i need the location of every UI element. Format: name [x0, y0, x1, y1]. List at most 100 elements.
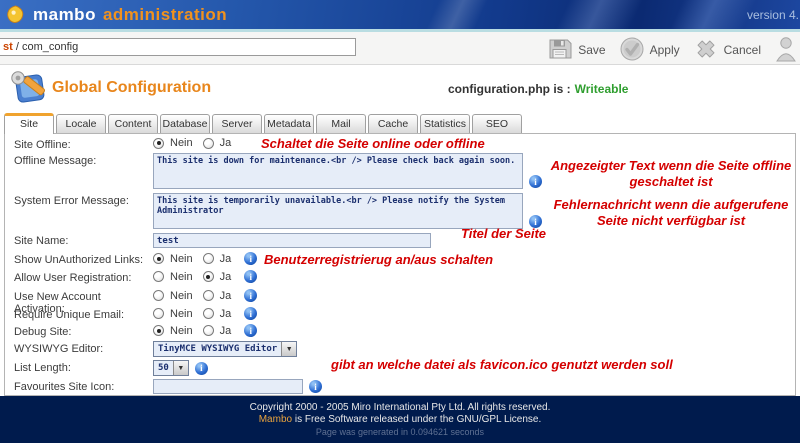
- footer-copyright: Copyright 2000 - 2005 Miro International…: [0, 402, 800, 414]
- nein-radio-label[interactable]: Nein: [170, 325, 193, 337]
- info-icon[interactable]: [309, 380, 322, 393]
- system-error-message-textarea[interactable]: This site is temporarily unavailable.<br…: [153, 193, 523, 229]
- nein-radio-label[interactable]: Nein: [170, 271, 193, 283]
- form-row-allow-user-registration: Allow User Registration: Nein Ja: [5, 270, 795, 289]
- apply-check-icon: [619, 36, 645, 65]
- wysiwyg-editor-select[interactable]: TinyMCE WYSIWYG Editor: [153, 341, 297, 357]
- unique-email-ja-radio[interactable]: [203, 308, 214, 319]
- save-button[interactable]: Save: [547, 37, 605, 64]
- config-tabs: Site Locale Content Database Server Meta…: [4, 112, 796, 133]
- field-label: WYSIWYG Editor:: [14, 341, 153, 355]
- site-offline-ja-radio[interactable]: [203, 138, 214, 149]
- header-bar: mambo administration version 4.: [0, 0, 800, 29]
- ja-radio-label[interactable]: Ja: [220, 271, 232, 283]
- ja-radio-label[interactable]: Ja: [220, 308, 232, 320]
- tab-statistics[interactable]: Statistics: [420, 114, 470, 133]
- config-writeable-status: configuration.php is :Writeable: [448, 82, 628, 96]
- save-label: Save: [578, 43, 605, 57]
- tab-content[interactable]: Content: [108, 114, 158, 133]
- info-icon[interactable]: [244, 252, 257, 265]
- tab-database[interactable]: Database: [160, 114, 210, 133]
- brand-suffix: administration: [103, 5, 227, 25]
- info-icon[interactable]: [529, 175, 542, 188]
- ja-radio-label[interactable]: Ja: [220, 290, 232, 302]
- brand-name: mambo: [33, 5, 96, 25]
- site-offline-nein-radio[interactable]: [153, 138, 164, 149]
- cancel-x-icon: [693, 36, 719, 65]
- nein-radio-label[interactable]: Nein: [170, 308, 193, 320]
- page-title: Global Configuration: [52, 79, 211, 97]
- account-activation-ja-radio[interactable]: [203, 290, 214, 301]
- nein-radio-label[interactable]: Nein: [170, 253, 193, 265]
- annotation-site-offline: Schaltet die Seite online oder offline: [261, 136, 485, 152]
- field-label: Require Unique Email:: [14, 307, 153, 321]
- list-length-selected-value: 50: [154, 361, 173, 375]
- version-label: version 4.: [747, 8, 799, 22]
- ja-radio-label[interactable]: Ja: [220, 253, 232, 265]
- allow-registration-ja-radio[interactable]: [203, 271, 214, 282]
- field-label: Site Offline:: [14, 137, 153, 151]
- breadcrumb-path: / com_config: [13, 41, 78, 53]
- ja-radio-label[interactable]: Ja: [220, 137, 232, 149]
- site-config-panel: Site Offline: Nein Ja Offline Message: T…: [4, 133, 796, 396]
- chevron-down-icon: [281, 342, 296, 356]
- annotation-registration: Benutzerregistrierug an/aus schalten: [264, 252, 493, 268]
- footer-license: Mambo is Free Software released under th…: [0, 414, 800, 426]
- tab-site[interactable]: Site: [4, 113, 54, 134]
- footer: Copyright 2000 - 2005 Miro International…: [0, 396, 800, 443]
- tab-seo[interactable]: SEO: [472, 114, 522, 133]
- footer-license-text: is Free Software released under the GNU/…: [292, 414, 541, 425]
- info-icon[interactable]: [195, 362, 208, 375]
- page-header: Global Configuration configuration.php i…: [0, 65, 800, 112]
- help-user-button[interactable]: [774, 35, 798, 65]
- field-label: Favourites Site Icon:: [14, 379, 153, 393]
- annotation-system-error: Fehlernachricht wenn die aufgerufene Sei…: [542, 197, 800, 229]
- apply-button[interactable]: Apply: [619, 36, 680, 65]
- show-unauthorized-nein-radio[interactable]: [153, 253, 164, 264]
- mambo-logo-icon: [6, 5, 25, 24]
- info-icon[interactable]: [244, 324, 257, 337]
- show-unauthorized-ja-radio[interactable]: [203, 253, 214, 264]
- field-label: Offline Message:: [14, 153, 153, 167]
- debug-site-ja-radio[interactable]: [203, 325, 214, 336]
- info-icon[interactable]: [244, 307, 257, 320]
- nein-radio-label[interactable]: Nein: [170, 137, 193, 149]
- list-length-select[interactable]: 50: [153, 360, 189, 376]
- tab-cache[interactable]: Cache: [368, 114, 418, 133]
- favourites-site-icon-input[interactable]: [153, 379, 303, 394]
- wysiwyg-editor-selected-value: TinyMCE WYSIWYG Editor: [154, 342, 281, 356]
- cancel-button[interactable]: Cancel: [693, 36, 761, 65]
- tab-locale[interactable]: Locale: [56, 114, 106, 133]
- offline-message-textarea[interactable]: This site is down for maintenance.<br />…: [153, 153, 523, 189]
- unique-email-nein-radio[interactable]: [153, 308, 164, 319]
- tab-metadata[interactable]: Metadata: [264, 114, 314, 133]
- chevron-down-icon: [173, 361, 188, 375]
- toolbar: st / com_config Save Apply Cancel: [0, 32, 800, 65]
- annotation-site-name: Titel der Seite: [461, 226, 546, 242]
- tab-mail[interactable]: Mail: [316, 114, 366, 133]
- account-activation-nein-radio[interactable]: [153, 290, 164, 301]
- footer-brand: Mambo: [259, 414, 292, 425]
- footer-generation-time: Page was generated in 0.094621 seconds: [0, 426, 800, 438]
- status-label: configuration.php is :: [448, 82, 571, 96]
- field-label: System Error Message:: [14, 193, 153, 207]
- field-label: Site Name:: [14, 233, 153, 247]
- tab-server[interactable]: Server: [212, 114, 262, 133]
- nein-radio-label[interactable]: Nein: [170, 290, 193, 302]
- site-name-input[interactable]: [153, 233, 431, 248]
- user-icon: [774, 35, 798, 65]
- apply-label: Apply: [650, 43, 680, 57]
- debug-site-nein-radio[interactable]: [153, 325, 164, 336]
- global-configuration-icon: [8, 69, 48, 112]
- field-label: Show UnAuthorized Links:: [14, 252, 153, 266]
- annotation-favicon: gibt an welche datei als favicon.ico gen…: [331, 357, 673, 373]
- save-icon: [547, 37, 573, 64]
- cancel-label: Cancel: [724, 43, 761, 57]
- info-icon[interactable]: [244, 289, 257, 302]
- form-row-use-new-account-activation: Use New Account Activation: Nein Ja: [5, 289, 795, 307]
- annotation-offline-message: Angezeigter Text wenn die Seite offline …: [542, 158, 800, 190]
- info-icon[interactable]: [244, 270, 257, 283]
- allow-registration-nein-radio[interactable]: [153, 271, 164, 282]
- ja-radio-label[interactable]: Ja: [220, 325, 232, 337]
- field-label: List Length:: [14, 360, 153, 374]
